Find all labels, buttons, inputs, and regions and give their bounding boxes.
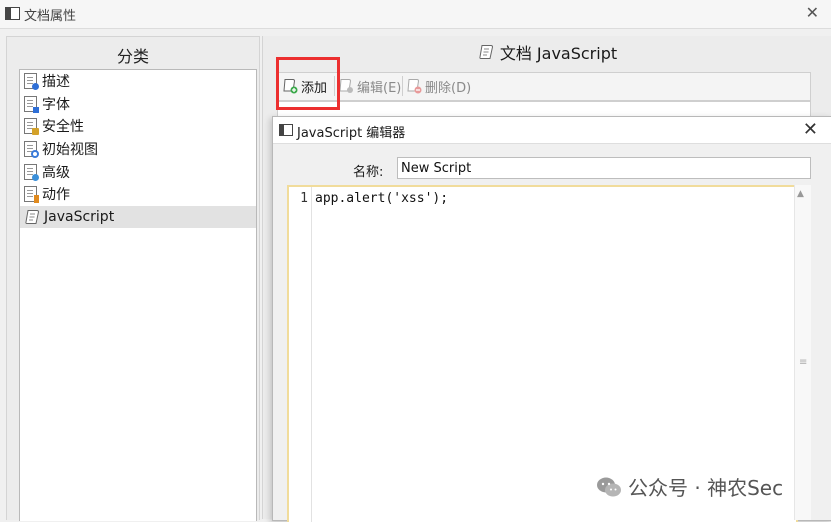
category-label: 安全性	[42, 119, 84, 136]
doc-gear-icon	[24, 163, 39, 181]
category-panel: 分类 描述 字体 安全性 初始视图 高级 动作 JavaScript	[6, 36, 260, 521]
category-item-fonts[interactable]: 字体	[20, 93, 256, 116]
window-titlebar: 文档属性 ✕	[0, 0, 831, 29]
code-line: app.alert('xss');	[315, 191, 449, 206]
category-label: 动作	[42, 187, 70, 204]
category-item-security[interactable]: 安全性	[20, 115, 256, 138]
category-label: 字体	[42, 96, 70, 113]
category-list: 描述 字体 安全性 初始视图 高级 动作 JavaScript	[19, 69, 257, 521]
script-name-input[interactable]	[397, 157, 811, 179]
line-number-gutter: 1	[289, 187, 312, 522]
window-title: 文档属性	[24, 9, 77, 24]
dialog-title: JavaScript 编辑器	[297, 126, 406, 141]
doc-info-icon	[24, 73, 39, 91]
app-window-icon	[5, 7, 20, 20]
name-label: 名称:	[353, 165, 384, 180]
category-header: 分类	[116, 47, 149, 66]
edit-script-icon	[339, 79, 353, 93]
javascript-editor-dialog: JavaScript 编辑器 ✕ 名称: 1 app.alert('xss');…	[272, 116, 831, 522]
doc-font-icon	[24, 95, 39, 113]
category-item-description[interactable]: 描述	[20, 70, 256, 93]
window-close-button[interactable]: ✕	[806, 3, 819, 22]
line-number: 1	[300, 191, 308, 206]
doc-action-icon	[24, 186, 39, 204]
category-label: 初始视图	[42, 142, 98, 159]
panel-title: 文档 JavaScript	[499, 44, 618, 63]
scroll-grip-icon[interactable]: ≡	[799, 357, 807, 368]
category-label: 高级	[42, 164, 70, 181]
category-label: 描述	[42, 74, 70, 91]
watermark-text: 公众号 · 神农Sec	[628, 476, 784, 500]
highlight-box	[276, 57, 340, 110]
category-item-javascript[interactable]: JavaScript	[20, 205, 256, 229]
doc-view-icon	[24, 141, 39, 159]
category-item-initial-view[interactable]: 初始视图	[20, 138, 256, 161]
panel-header: 文档 JavaScript	[263, 40, 831, 64]
delete-label: 删除(D)	[425, 80, 472, 96]
scroll-up-icon[interactable]: ▲	[797, 189, 804, 199]
doc-lock-icon	[24, 118, 39, 136]
edit-label: 编辑(E)	[357, 80, 402, 96]
delete-script-icon	[407, 79, 422, 94]
dialog-window-icon	[279, 124, 293, 136]
watermark: 公众号 · 神农Sec	[596, 472, 783, 501]
category-label: JavaScript	[44, 208, 115, 225]
delete-button[interactable]: 删除(D)	[406, 76, 471, 96]
category-item-advanced[interactable]: 高级	[20, 160, 256, 183]
edit-button[interactable]: 编辑(E)	[338, 76, 401, 96]
script-scroll-icon	[25, 209, 40, 224]
toolbar-divider	[402, 76, 403, 96]
editor-scrollbar[interactable]: ▲ ≡	[794, 185, 811, 520]
script-toolbar: 添加 编辑(E) 删除(D)	[277, 72, 811, 101]
category-item-actions[interactable]: 动作	[20, 183, 256, 206]
wechat-icon	[597, 477, 621, 496]
script-scroll-icon	[479, 45, 493, 59]
dialog-titlebar: JavaScript 编辑器 ✕	[273, 117, 831, 144]
dialog-close-button[interactable]: ✕	[803, 119, 818, 140]
